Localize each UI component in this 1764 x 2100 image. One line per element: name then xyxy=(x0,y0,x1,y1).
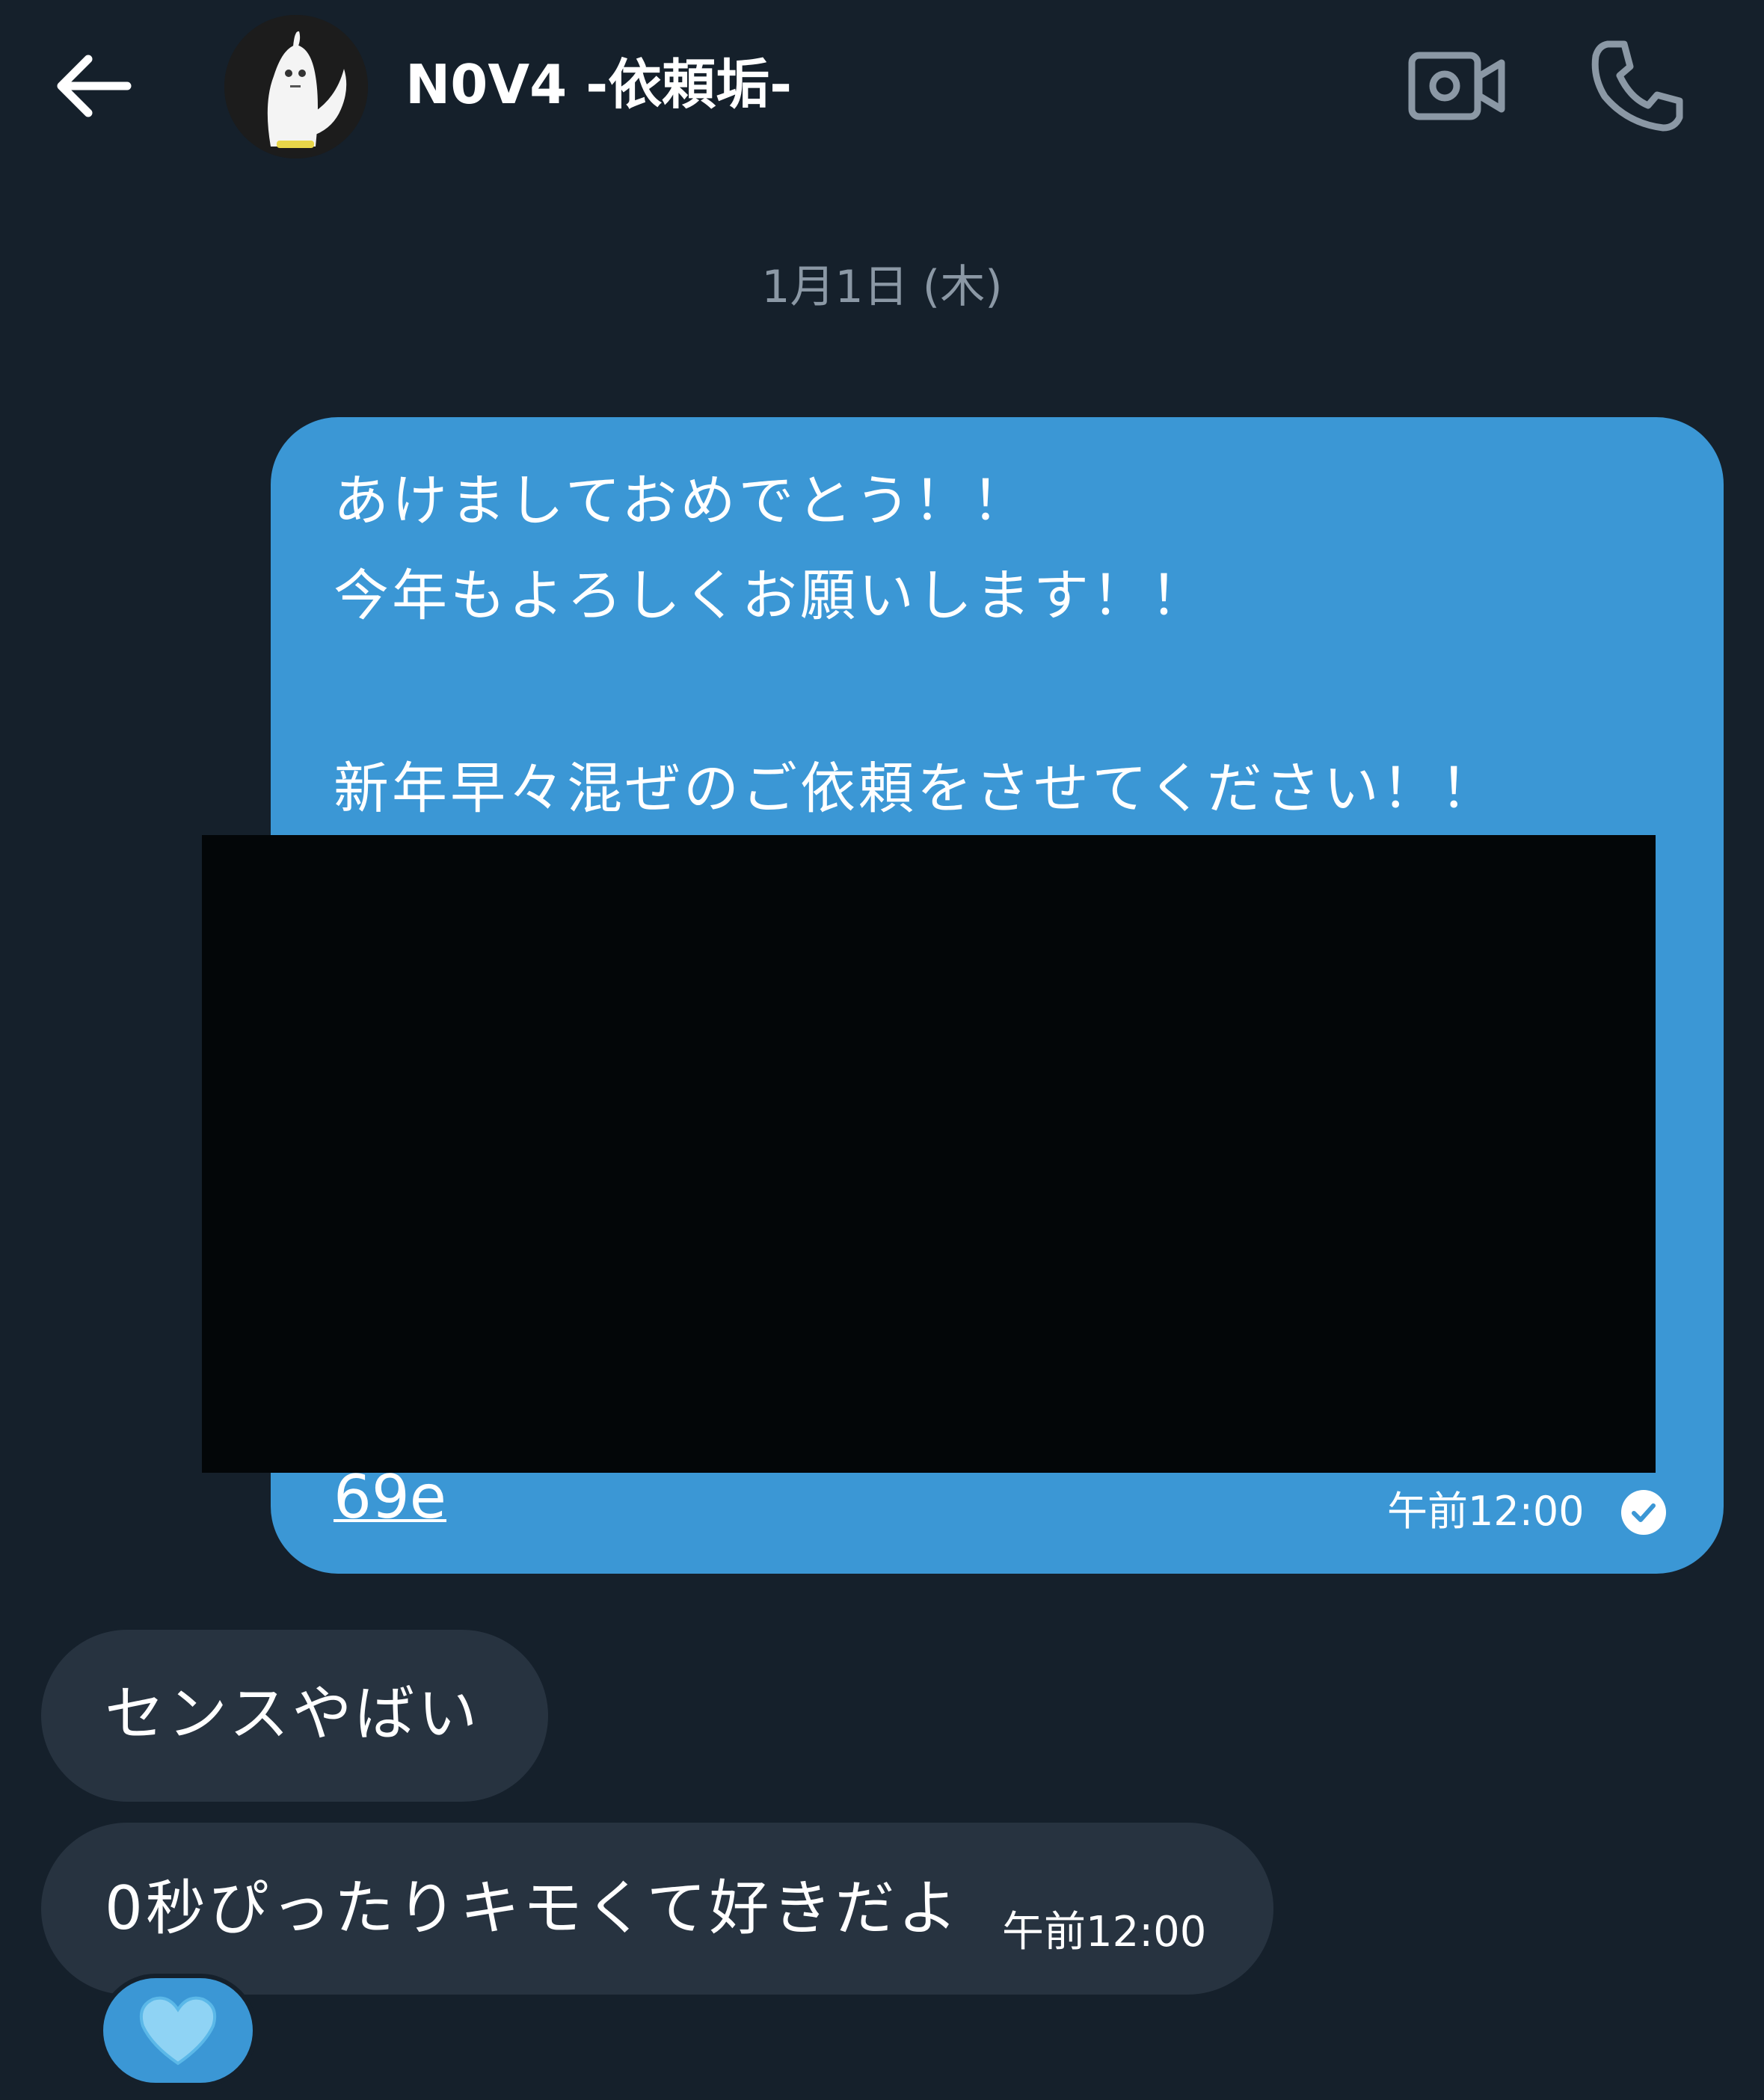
reaction-badge[interactable] xyxy=(99,1974,257,2087)
message-line: あけましておめでとう！！ xyxy=(334,469,1030,533)
arrow-left-icon xyxy=(57,55,132,117)
message-text: センスやばい xyxy=(105,1679,481,1749)
message-timestamp: 午前12:00 xyxy=(1387,1488,1585,1535)
message-text: 0秒ぴったりキモくて好きだよ xyxy=(105,1873,961,1943)
redaction-block xyxy=(202,835,1656,1473)
phone-icon xyxy=(1591,40,1683,132)
avatar[interactable] xyxy=(224,15,368,158)
video-call-button[interactable] xyxy=(1406,45,1511,127)
message-line: 新年早々混ぜのご依頼をさせてください！！ xyxy=(334,757,1499,821)
read-check-icon xyxy=(1621,1490,1666,1535)
back-button[interactable] xyxy=(45,37,142,135)
blue-heart-icon xyxy=(139,1996,217,2066)
video-call-icon xyxy=(1408,52,1505,120)
avatar-image xyxy=(224,15,368,158)
message-line: 今年もよろしくお願いします！！ xyxy=(334,564,1208,628)
phone-call-button[interactable] xyxy=(1585,34,1690,138)
message-timestamp: 午前12:00 xyxy=(1002,1908,1207,1956)
message-link[interactable]: 69e xyxy=(334,1462,446,1533)
conversation-title: N0V4 -依頼垢- xyxy=(405,53,793,116)
date-separator: 1月1日 (木) xyxy=(761,261,1003,313)
